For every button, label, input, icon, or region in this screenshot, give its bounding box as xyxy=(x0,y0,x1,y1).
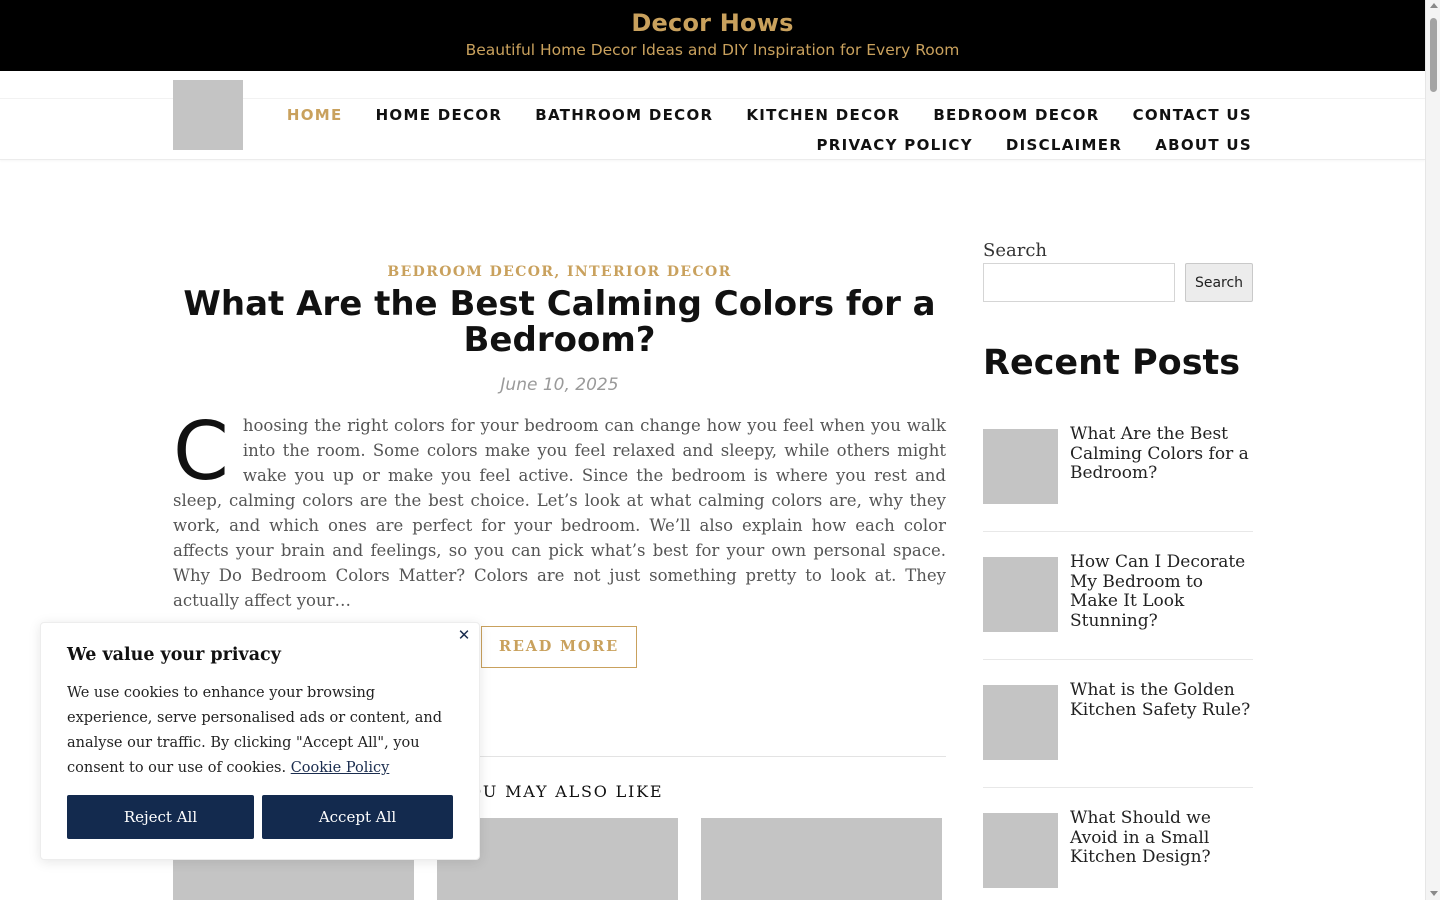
nav-item-home[interactable]: HOME xyxy=(287,105,343,125)
recent-post-title[interactable]: What is the Golden Kitchen Safety Rule? xyxy=(1070,680,1253,760)
read-more-wrap: READ MORE xyxy=(481,626,637,668)
post-title[interactable]: What Are the Best Calming Colors for a B… xyxy=(173,286,946,358)
nav-item-bedroom-decor[interactable]: BEDROOM DECOR xyxy=(933,105,1099,125)
scroll-up-arrow-icon[interactable] xyxy=(1430,3,1438,8)
recent-post-thumbnail[interactable] xyxy=(983,557,1058,632)
recent-post-item[interactable]: What is the Golden Kitchen Safety Rule? xyxy=(983,680,1253,788)
drop-cap: C xyxy=(173,405,229,498)
scrollbar-thumb[interactable] xyxy=(1430,18,1437,92)
site-logo[interactable] xyxy=(173,80,243,150)
search-button[interactable]: Search xyxy=(1185,263,1253,302)
recent-post-title[interactable]: How Can I Decorate My Bedroom to Make It… xyxy=(1070,552,1253,632)
recent-post-item[interactable]: What Are the Best Calming Colors for a B… xyxy=(983,424,1253,532)
recent-post-thumbnail[interactable] xyxy=(983,429,1058,504)
recent-posts-heading: Recent Posts xyxy=(983,343,1241,383)
scroll-down-arrow-icon[interactable] xyxy=(1430,891,1438,896)
site-tagline: Beautiful Home Decor Ideas and DIY Inspi… xyxy=(465,41,960,59)
recent-post-item[interactable]: How Can I Decorate My Bedroom to Make It… xyxy=(983,552,1253,660)
nav-item-home-decor[interactable]: HOME DECOR xyxy=(376,105,503,125)
nav-row-2: PRIVACY POLICY DISCLAIMER ABOUT US xyxy=(312,135,1252,155)
accept-all-button[interactable]: Accept All xyxy=(262,795,453,839)
post-date: June 10, 2025 xyxy=(500,375,619,395)
post-categories: BEDROOM DECOR, INTERIOR DECOR xyxy=(173,264,946,280)
recent-posts-list: What Are the Best Calming Colors for a B… xyxy=(983,424,1253,900)
read-more-button[interactable]: READ MORE xyxy=(481,626,637,668)
related-post-thumbnail[interactable] xyxy=(701,818,942,900)
excerpt-text: hoosing the right colors for your bedroo… xyxy=(173,416,946,610)
page-scrollbar[interactable] xyxy=(1425,0,1440,900)
category-link-bedroom-decor[interactable]: BEDROOM DECOR xyxy=(387,264,554,280)
article-preview: BEDROOM DECOR, INTERIOR DECOR What Are t… xyxy=(173,240,946,900)
sidebar: Search Search Recent Posts What Are the … xyxy=(983,240,1253,900)
cookie-consent-dialog: ✕ We value your privacy We use cookies t… xyxy=(40,622,480,860)
main-nav: HOME HOME DECOR BATHROOM DECOR KITCHEN D… xyxy=(287,105,1252,155)
recent-post-title[interactable]: What Should we Avoid in a Small Kitchen … xyxy=(1070,808,1253,888)
reject-all-button[interactable]: Reject All xyxy=(67,795,254,839)
nav-item-bathroom-decor[interactable]: BATHROOM DECOR xyxy=(535,105,713,125)
nav-item-kitchen-decor[interactable]: KITCHEN DECOR xyxy=(746,105,900,125)
main-header: HOME HOME DECOR BATHROOM DECOR KITCHEN D… xyxy=(0,71,1425,160)
cookie-buttons: Reject All Accept All xyxy=(67,795,453,839)
site-title[interactable]: Decor Hows xyxy=(0,0,1425,37)
search-form: Search xyxy=(983,263,1253,302)
nav-row-1: HOME HOME DECOR BATHROOM DECOR KITCHEN D… xyxy=(287,105,1252,125)
recent-post-thumbnail[interactable] xyxy=(983,685,1058,760)
cookie-text: We use cookies to enhance your browsing … xyxy=(67,681,459,781)
nav-item-privacy-policy[interactable]: PRIVACY POLICY xyxy=(816,135,972,155)
cookie-policy-link[interactable]: Cookie Policy xyxy=(291,760,390,776)
nav-item-disclaimer[interactable]: DISCLAIMER xyxy=(1006,135,1122,155)
recent-post-item[interactable]: What Should we Avoid in a Small Kitchen … xyxy=(983,808,1253,900)
close-icon[interactable]: ✕ xyxy=(457,626,471,644)
recent-post-title[interactable]: What Are the Best Calming Colors for a B… xyxy=(1070,424,1253,504)
category-link-interior-decor[interactable]: INTERIOR DECOR xyxy=(567,264,732,280)
recent-post-thumbnail[interactable] xyxy=(983,813,1058,888)
top-banner: Decor Hows Beautiful Home Decor Ideas an… xyxy=(0,0,1425,71)
search-input[interactable] xyxy=(983,263,1175,302)
cookie-title: We value your privacy xyxy=(67,645,281,665)
nav-item-contact-us[interactable]: CONTACT US xyxy=(1133,105,1252,125)
category-separator: , xyxy=(554,264,561,280)
search-label: Search xyxy=(983,240,1047,261)
post-excerpt: C hoosing the right colors for your bedr… xyxy=(173,405,946,613)
nav-item-about-us[interactable]: ABOUT US xyxy=(1155,135,1252,155)
